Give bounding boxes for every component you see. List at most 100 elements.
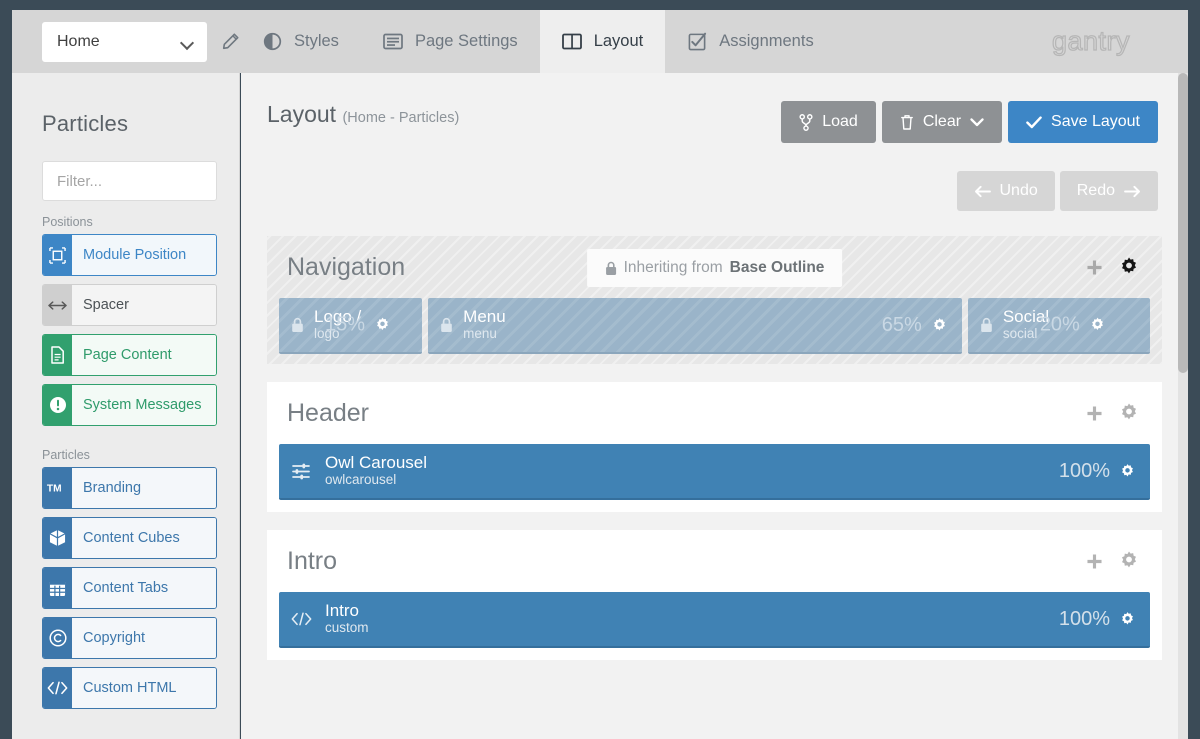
plus-icon[interactable] [1085,552,1104,571]
sidebar-item-content-cubes[interactable]: Content Cubes [42,517,217,559]
sidebar-item-branding[interactable]: TM Branding [42,467,217,509]
undo-button[interactable]: Undo [957,171,1055,211]
section-header: Header [267,382,1162,444]
clear-button-label: Clear [923,113,961,131]
page-title-text: Layout [267,101,336,127]
main-content: Layout (Home - Particles) Load Clear [241,73,1188,739]
layout-sections: Navigation Inheriting from Base Outline [241,211,1188,660]
arrow-left-icon [974,185,991,198]
top-toolbar: Home Styles Page Settings [12,10,1188,73]
tab-label: Assignments [719,32,813,51]
sidebar: Particles Positions Module Position Spac… [12,73,240,739]
particle-meta: 65% [882,314,948,337]
pencil-icon[interactable] [221,31,240,53]
contrast-circle-icon [262,32,283,51]
main-header: Layout (Home - Particles) Load Clear [241,73,1188,143]
gear-icon[interactable] [374,317,391,334]
clear-button[interactable]: Clear [882,101,1002,143]
document-icon [43,335,72,375]
inheriting-badge: Inheriting from Base Outline [587,249,843,287]
sidebar-item-label: Branding [72,468,216,508]
particle-intro[interactable]: Intro custom 100% [279,592,1150,648]
vertical-scrollbar[interactable] [1178,73,1188,739]
load-button[interactable]: Load [781,101,876,143]
lock-icon [980,317,1003,333]
sidebar-group-label-particles: Particles [12,434,239,467]
tab-styles[interactable]: Styles [240,10,361,73]
page-selector-group: Home [12,10,240,73]
sidebar-item-content-tabs[interactable]: Content Tabs [42,567,217,609]
load-button-label: Load [822,113,858,131]
scrollbar-thumb[interactable] [1178,73,1188,373]
gear-icon[interactable] [1119,463,1136,480]
gear-icon[interactable] [1089,317,1106,334]
search-input[interactable] [57,173,240,190]
inheriting-badge-source: Base Outline [730,259,825,277]
particle-text: Intro custom [325,602,369,635]
particle-menu[interactable]: Menu menu 65% [428,298,962,354]
section-actions [1085,256,1140,278]
tab-assignments[interactable]: Assignments [665,10,835,73]
sidebar-title: Particles [12,73,239,137]
app-window: Home Styles Page Settings [0,0,1200,739]
particle-social[interactable]: Social social 20% [968,298,1150,354]
plus-icon[interactable] [1085,404,1104,423]
gear-icon[interactable] [931,317,948,334]
particle-subtitle: custom [325,620,369,636]
sidebar-item-module-position[interactable]: Module Position [42,234,217,276]
filter-field[interactable] [42,161,217,201]
section-navigation: Navigation Inheriting from Base Outline [267,236,1162,364]
undo-button-label: Undo [1000,182,1038,200]
trash-icon [900,114,914,131]
particle-owl-carousel[interactable]: Owl Carousel owlcarousel 100% [279,444,1150,500]
particle-logo[interactable]: Logo / logo 15% [279,298,422,354]
copyright-icon [43,618,72,658]
chevron-down-icon [970,118,984,127]
history-actions: Undo Redo [241,143,1188,211]
arrows-horizontal-icon [43,285,72,325]
section-title: Intro [287,547,337,576]
sidebar-group-label-positions: Positions [12,201,239,234]
section-header-block: Header [267,382,1162,512]
sidebar-item-custom-html[interactable]: Custom HTML [42,667,217,709]
svg-text:TM: TM [46,484,61,495]
particle-title: Menu [463,308,506,326]
inheriting-badge-prefix: Inheriting from [624,259,723,277]
plus-icon[interactable] [1085,258,1104,277]
particle-subtitle: owlcarousel [325,472,427,488]
list-panel-icon [383,33,404,50]
gear-icon[interactable] [1118,402,1140,424]
tab-label: Styles [294,32,339,51]
gantry-logo: gantry [1052,10,1188,73]
gear-icon[interactable] [1118,550,1140,572]
sidebar-item-label: Content Cubes [72,518,216,558]
sidebar-item-system-messages[interactable]: System Messages [42,384,217,426]
section-title: Header [287,399,369,428]
section-header: Navigation Inheriting from Base Outline [267,236,1162,298]
svg-text:gantry: gantry [1052,26,1130,56]
tab-layout[interactable]: Layout [540,10,666,73]
save-layout-button[interactable]: Save Layout [1008,101,1158,143]
lock-icon [605,261,617,276]
gear-icon[interactable] [1118,256,1140,278]
branch-icon [799,114,813,131]
particle-title: Intro [325,602,369,620]
redo-button[interactable]: Redo [1060,171,1158,211]
page-selector-dropdown[interactable]: Home [42,22,207,62]
sidebar-item-spacer[interactable]: Spacer [42,284,217,326]
code-icon [43,668,72,708]
save-layout-button-label: Save Layout [1051,113,1140,131]
particle-row: Owl Carousel owlcarousel 100% [267,444,1162,512]
particle-size: 100% [1059,608,1110,631]
sidebar-item-copyright[interactable]: Copyright [42,617,217,659]
arrow-right-icon [1124,185,1141,198]
sidebar-item-label: Content Tabs [72,568,216,608]
section-actions [1085,402,1140,424]
lock-icon [291,317,314,333]
top-tabs: Styles Page Settings Layout Assignments [240,10,1188,73]
tab-page-settings[interactable]: Page Settings [361,10,540,73]
gear-icon[interactable] [1119,611,1136,628]
particle-meta: 100% [1059,460,1136,483]
sidebar-item-page-content[interactable]: Page Content [42,334,217,376]
particle-row: Logo / logo 15% [267,298,1162,354]
